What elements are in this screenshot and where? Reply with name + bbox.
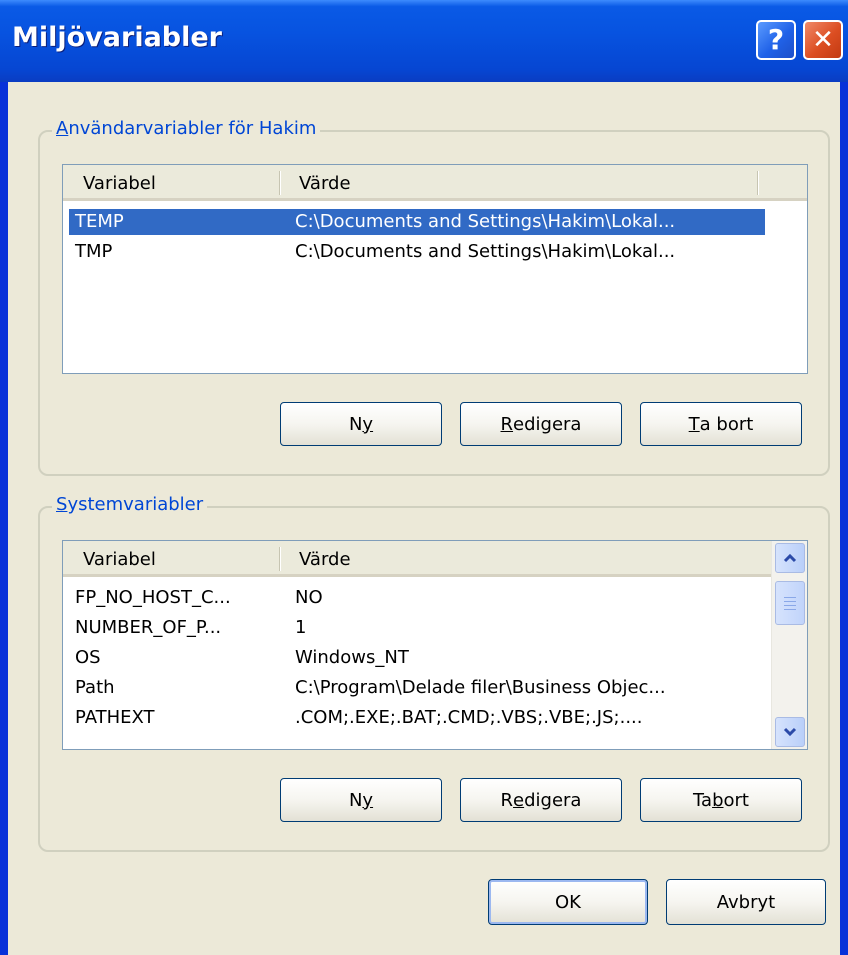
variable-name: Path — [75, 677, 115, 698]
variable-name: PATHEXT — [75, 707, 155, 728]
legend-accelerator: A — [56, 118, 69, 139]
variable-name: OS — [75, 647, 101, 668]
label-accelerator: b — [712, 789, 724, 811]
system-variables-list[interactable]: Variabel Värde FP_NO_HOST_C... NO NUMBER… — [62, 540, 808, 750]
variable-name: TEMP — [75, 211, 124, 232]
label-accelerator: R — [500, 413, 514, 435]
variable-value: 1 — [295, 617, 307, 638]
system-variables-legend: Systemvariabler — [52, 494, 208, 515]
user-variables-legend: Användarvariabler för Hakim — [52, 118, 321, 139]
window-title: Miljövariabler — [12, 22, 223, 53]
chevron-up-icon — [783, 553, 797, 563]
list-item[interactable]: NUMBER_OF_P... 1 — [69, 615, 765, 641]
variable-value: C:\Documents and Settings\Hakim\Lokal... — [295, 211, 676, 232]
chevron-down-icon — [783, 727, 797, 737]
list-header: Variabel Värde — [63, 541, 771, 577]
vertical-scrollbar[interactable] — [771, 541, 807, 749]
close-button[interactable]: ✕ — [803, 20, 843, 60]
variable-name: FP_NO_HOST_C... — [75, 587, 231, 608]
user-variables-list[interactable]: Variabel Värde TEMP C:\Documents and Set… — [62, 164, 808, 374]
column-separator[interactable] — [279, 547, 281, 571]
close-icon: ✕ — [812, 25, 834, 55]
label-accelerator: T — [688, 413, 700, 435]
variable-value: NO — [295, 587, 323, 608]
system-edit-button[interactable]: Re digera — [460, 778, 622, 822]
help-button[interactable]: ? — [756, 20, 796, 60]
system-delete-button[interactable]: Ta b ort — [640, 778, 802, 822]
variable-value: Windows_NT — [295, 647, 409, 668]
variable-value: C:\Program\Delade filer\Business Objec..… — [295, 677, 666, 698]
label-accelerator: y — [362, 413, 374, 435]
scroll-down-button[interactable] — [775, 717, 805, 747]
legend-accelerator: S — [56, 494, 68, 515]
system-new-button[interactable]: Ny — [280, 778, 442, 822]
label-part: edigera — [513, 413, 582, 435]
cancel-button[interactable]: Avbryt — [666, 879, 826, 925]
variable-value: C:\Documents and Settings\Hakim\Lokal... — [295, 241, 676, 262]
help-icon: ? — [767, 23, 785, 56]
column-header-variable[interactable]: Variabel — [83, 173, 156, 194]
label-accelerator: y — [362, 789, 374, 811]
label-part: R — [500, 789, 514, 811]
column-header-variable[interactable]: Variabel — [83, 549, 156, 570]
scroll-up-button[interactable] — [775, 543, 805, 573]
column-separator[interactable] — [757, 171, 759, 195]
list-item[interactable]: PATHEXT .COM;.EXE;.BAT;.CMD;.VBS;.VBE;.J… — [69, 705, 765, 731]
label-part: digera — [524, 789, 582, 811]
label-part: a bort — [699, 413, 754, 435]
system-variables-group: Systemvariabler Variabel Värde FP_NO_HOS… — [38, 494, 830, 852]
legend-text: ystemvariabler — [67, 494, 204, 515]
user-new-button[interactable]: Ny — [280, 402, 442, 446]
user-delete-button[interactable]: Ta bort — [640, 402, 802, 446]
user-variables-group: Användarvariabler för Hakim Variabel Vär… — [38, 118, 830, 476]
label-part: N — [348, 789, 363, 811]
label-part: ort — [723, 789, 749, 811]
title-bar[interactable]: Miljövariabler ? ✕ — [0, 0, 848, 82]
list-item[interactable]: Path C:\Program\Delade filer\Business Ob… — [69, 675, 765, 701]
user-edit-button[interactable]: Redigera — [460, 402, 622, 446]
column-header-value[interactable]: Värde — [299, 549, 351, 570]
legend-text: nvändarvariabler för Hakim — [68, 118, 317, 139]
variable-value: .COM;.EXE;.BAT;.CMD;.VBS;.VBE;.JS;.... — [295, 707, 643, 728]
label-part: Ta — [693, 789, 713, 811]
ok-button[interactable]: OK — [488, 879, 648, 925]
column-separator[interactable] — [279, 171, 281, 195]
scroll-thumb[interactable] — [775, 581, 805, 625]
variable-name: NUMBER_OF_P... — [75, 617, 222, 638]
column-header-value[interactable]: Värde — [299, 173, 351, 194]
variable-name: TMP — [75, 241, 113, 262]
list-item[interactable]: TEMP C:\Documents and Settings\Hakim\Lok… — [69, 209, 765, 235]
label-part: N — [348, 413, 363, 435]
list-item[interactable]: FP_NO_HOST_C... NO — [69, 585, 765, 611]
dialog-client-area: Användarvariabler för Hakim Variabel Vär… — [8, 82, 840, 955]
label-accelerator: e — [513, 789, 525, 811]
list-item[interactable]: OS Windows_NT — [69, 645, 765, 671]
environment-variables-dialog: Miljövariabler ? ✕ Användarvariabler för… — [0, 0, 848, 955]
list-item[interactable]: TMP C:\Documents and Settings\Hakim\Loka… — [69, 239, 765, 265]
list-header: Variabel Värde — [63, 165, 807, 201]
